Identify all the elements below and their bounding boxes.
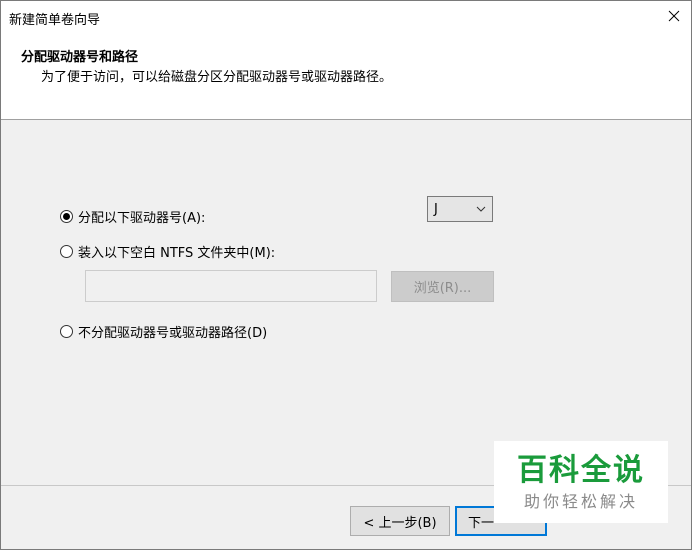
mount-folder-label: 装入以下空白 NTFS 文件夹中(M): [78, 246, 276, 261]
wizard-window: 新建简单卷向导 分配驱动器号和路径 为了便于访问，可以给磁盘分区分配驱动器号或驱… [0, 0, 692, 550]
drive-letter-value: J [434, 201, 438, 217]
no-assign-label: 不分配驱动器号或驱动器路径(D) [78, 326, 268, 341]
page-subheading: 为了便于访问，可以给磁盘分区分配驱动器号或驱动器路径。 [41, 70, 393, 85]
folder-path-input[interactable] [85, 270, 377, 302]
wizard-header: 新建简单卷向导 分配驱动器号和路径 为了便于访问，可以给磁盘分区分配驱动器号或驱… [1, 1, 691, 120]
browse-button[interactable]: 浏览(R)... [391, 271, 494, 302]
watermark-slogan: 助你轻松解决 [523, 492, 638, 511]
assign-letter-label: 分配以下驱动器号(A): [78, 211, 206, 226]
mount-folder-radio[interactable] [60, 245, 73, 258]
page-heading: 分配驱动器号和路径 [21, 50, 139, 65]
back-button[interactable]: < 上一步(B) [350, 506, 450, 536]
mount-folder-option[interactable]: 装入以下空白 NTFS 文件夹中(M): [60, 242, 275, 261]
no-assign-radio[interactable] [60, 325, 73, 338]
chevron-down-icon [476, 206, 486, 212]
window-title: 新建简单卷向导 [9, 13, 101, 28]
close-button[interactable] [663, 5, 685, 27]
assign-letter-option[interactable]: 分配以下驱动器号(A): [60, 207, 205, 226]
drive-letter-select[interactable]: J [427, 196, 493, 222]
assign-letter-radio[interactable] [60, 210, 73, 223]
close-icon [668, 10, 680, 22]
no-assign-option[interactable]: 不分配驱动器号或驱动器路径(D) [60, 322, 267, 341]
watermark-logo: 百科全说 助你轻松解决 [494, 441, 668, 523]
watermark-title: 百科全说 [517, 453, 645, 488]
